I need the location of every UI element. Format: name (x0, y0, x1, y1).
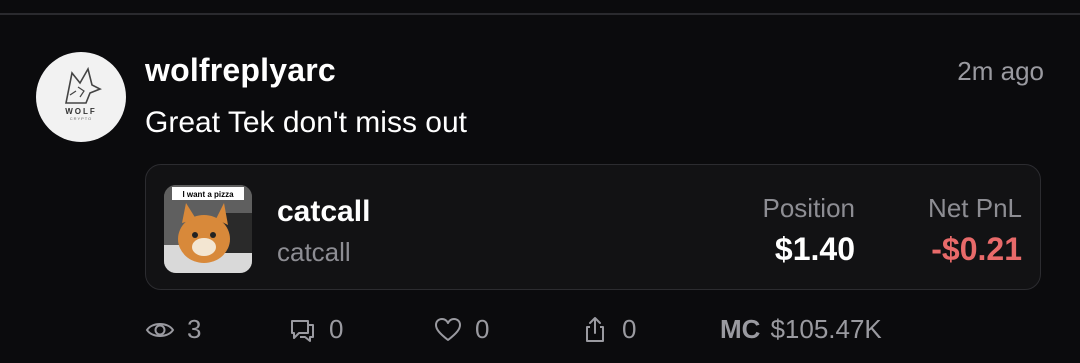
comments-button[interactable]: 0 (287, 314, 343, 345)
avatar-logo-text: WOLF (65, 107, 97, 116)
top-divider (0, 13, 1080, 15)
net-pnl-label: Net PnL (928, 193, 1022, 223)
views-count: 3 (187, 314, 202, 344)
avatar[interactable]: WOLF CRYPTO (36, 52, 126, 142)
share-button[interactable]: 0 (580, 314, 636, 345)
eye-icon (145, 322, 175, 337)
cat-thumbnail-icon: I want a pizza (164, 185, 252, 273)
market-cap-value: $105.47K (770, 314, 882, 344)
market-cap-label: MC (720, 314, 761, 344)
token-name: catcall (277, 195, 371, 228)
likes-count: 0 (475, 314, 490, 344)
avatar-logo-subtext: CRYPTO (69, 116, 93, 121)
token-image: I want a pizza (164, 185, 252, 273)
post-timestamp: 2m ago (957, 56, 1044, 86)
post-actions-bar: 3 0 0 0 MC $105.47K (145, 314, 1045, 350)
position-label: Position (762, 193, 856, 223)
market-cap: MC $105.47K (720, 314, 882, 345)
token-position-card[interactable]: I want a pizza catcall catcall Position … (145, 164, 1041, 290)
comment-icon (291, 319, 314, 342)
token-ticker: catcall (277, 237, 351, 267)
token-image-caption: I want a pizza (182, 190, 234, 199)
username[interactable]: wolfreplyarc (145, 52, 336, 89)
shares-count: 0 (622, 314, 637, 344)
views-button[interactable]: 3 (145, 314, 201, 345)
heart-icon (435, 317, 461, 341)
post-message: Great Tek don't miss out (145, 106, 467, 139)
wolf-logo-icon (65, 67, 102, 104)
net-pnl-value: -$0.21 (931, 231, 1022, 267)
comments-count: 0 (329, 314, 344, 344)
position-value: $1.40 (774, 231, 855, 267)
share-icon (586, 316, 604, 342)
like-button[interactable]: 0 (433, 314, 489, 345)
